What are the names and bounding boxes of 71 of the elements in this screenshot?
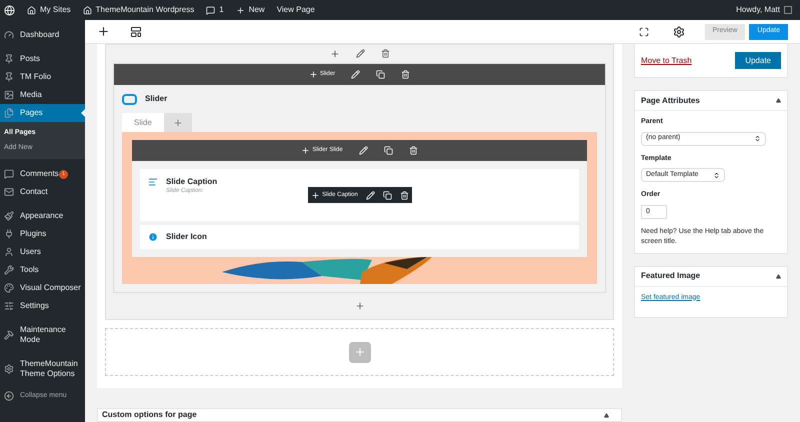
- edit-icon[interactable]: [356, 49, 364, 58]
- menu-item[interactable]: Pages: [0, 104, 85, 122]
- collapse-icon: [4, 391, 14, 402]
- wrench-icon: [4, 265, 14, 275]
- menu-item[interactable]: Users: [0, 243, 85, 261]
- gauge-icon: [4, 30, 14, 40]
- move-to-trash-link[interactable]: Move to Trash: [641, 54, 692, 66]
- plus-icon: [308, 70, 318, 79]
- select-arrows-icon: [713, 172, 720, 178]
- plus-icon: [311, 190, 320, 200]
- menu-item[interactable]: Dashboard: [0, 26, 85, 44]
- home-icon: [27, 6, 36, 14]
- pin-icon: [4, 54, 14, 64]
- menu-item[interactable]: Posts: [0, 50, 85, 68]
- menu-item[interactable]: TM Folio: [0, 68, 85, 86]
- update-button[interactable]: Update: [735, 52, 781, 69]
- view-page-link[interactable]: View Page: [276, 4, 315, 16]
- brush-icon: [4, 211, 14, 221]
- collapse-icon[interactable]: [604, 412, 609, 418]
- mail-icon: [4, 187, 14, 197]
- panel-title: Custom options for page: [102, 409, 197, 421]
- plug-icon: [4, 229, 14, 239]
- menu-item[interactable]: Plugins: [0, 225, 85, 243]
- pin-icon: [4, 72, 14, 82]
- user-icon: [4, 247, 14, 257]
- collapse-icon[interactable]: [776, 98, 781, 103]
- panel-title: Featured Image: [641, 270, 700, 282]
- slider-element-icon: [122, 94, 137, 104]
- menu-item[interactable]: Contact: [0, 183, 85, 201]
- collapse-icon[interactable]: [776, 274, 781, 278]
- new-link[interactable]: New: [236, 4, 265, 16]
- fullscreen-icon[interactable]: [638, 26, 649, 36]
- menu-item[interactable]: Maintenance Mode: [0, 321, 85, 349]
- text-icon: [148, 177, 158, 187]
- add-icon[interactable]: [97, 25, 110, 38]
- menu-item[interactable]: Settings: [0, 297, 85, 315]
- settings-icon[interactable]: [672, 26, 685, 38]
- slide-tab[interactable]: Slide: [122, 113, 164, 132]
- my-sites-link[interactable]: My Sites: [27, 4, 71, 16]
- site-link[interactable]: ThemeMountain Wordpress: [82, 4, 194, 16]
- plus-icon: [236, 6, 245, 14]
- element-title: Slide Caption: [166, 177, 218, 187]
- menu-item[interactable]: Media: [0, 86, 85, 104]
- panel-title: Page Attributes: [641, 94, 700, 106]
- plus-icon: [301, 146, 310, 155]
- comments-link[interactable]: 1: [206, 4, 224, 16]
- gear-icon: [4, 364, 14, 374]
- element-title: Slider Icon: [166, 232, 207, 242]
- menu-item[interactable]: ThemeMountain Theme Options: [0, 355, 85, 383]
- copy-icon[interactable]: [376, 70, 386, 79]
- sliders-icon: [4, 301, 14, 311]
- menu-item[interactable]: Visual Composer: [0, 279, 85, 297]
- copy-icon[interactable]: [382, 190, 392, 200]
- menu-item[interactable]: Appearance: [0, 207, 85, 225]
- layout-icon[interactable]: [130, 26, 142, 38]
- pages-icon: [4, 108, 14, 118]
- element-title: Slider: [145, 93, 168, 105]
- select-arrows-icon: [754, 135, 761, 142]
- plus-icon: [354, 346, 366, 358]
- info-icon: [148, 232, 158, 242]
- comment-icon: [4, 169, 14, 179]
- home-icon: [82, 6, 92, 14]
- image-icon: [4, 90, 14, 100]
- plus-icon: [172, 118, 183, 128]
- copy-icon[interactable]: [384, 146, 393, 155]
- hammer-icon: [4, 330, 14, 340]
- palette-icon: [4, 283, 14, 293]
- menu-item[interactable]: Tools: [0, 261, 85, 279]
- account-link[interactable]: Howdy, Matt: [736, 4, 792, 16]
- delete-icon[interactable]: [380, 49, 390, 58]
- comment-icon: [206, 6, 216, 14]
